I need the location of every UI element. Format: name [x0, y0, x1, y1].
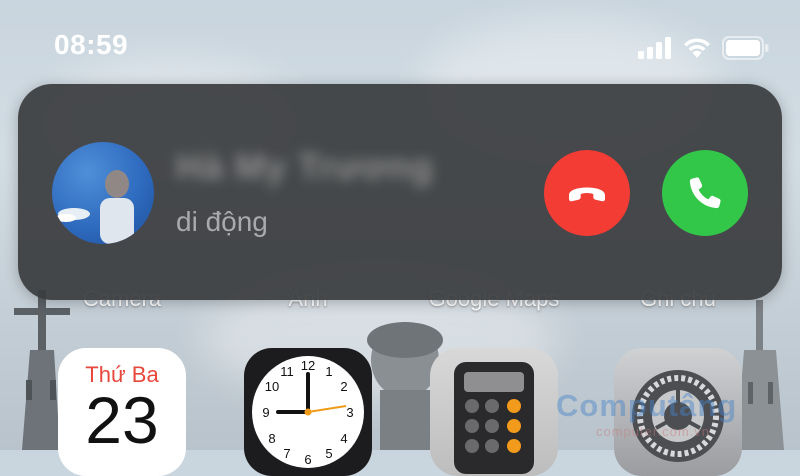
svg-text:3: 3 [346, 405, 353, 420]
status-time: 08:59 [54, 29, 129, 60]
watermark-brand-suffix: tâng [667, 388, 738, 423]
watermark-brand: Computâng [556, 388, 737, 424]
incoming-call-banner[interactable]: Hà My Trương di động [18, 84, 782, 300]
clock-face-icon: 12 12 345 678 91011 [252, 356, 364, 468]
avatar-photo [56, 170, 134, 244]
svg-text:6: 6 [304, 452, 311, 467]
caller-name: Hà My Trương [176, 146, 434, 187]
svg-text:7: 7 [283, 446, 290, 461]
svg-text:1: 1 [325, 364, 332, 379]
calendar-date: 23 [85, 383, 159, 457]
battery-icon [722, 36, 769, 60]
status-icons [638, 36, 770, 60]
svg-text:5: 5 [325, 446, 332, 461]
watermark-brand-main: Compu [556, 388, 668, 423]
phone-hangup-icon [569, 187, 605, 202]
calculator-app-icon[interactable] [430, 348, 558, 476]
svg-text:8: 8 [268, 431, 275, 446]
svg-text:11: 11 [280, 364, 294, 379]
svg-text:9: 9 [262, 405, 269, 420]
cellular-signal-icon [638, 37, 671, 59]
calculator-keypad-icon [454, 362, 534, 474]
svg-text:12: 12 [301, 358, 315, 373]
svg-text:10: 10 [265, 379, 279, 394]
decline-call-button[interactable] [544, 150, 630, 236]
caller-avatar [52, 142, 154, 244]
status-bar: 08:59 [0, 0, 800, 80]
phone-icon [689, 177, 721, 209]
wifi-icon [684, 38, 710, 58]
calendar-app-icon[interactable]: Thứ Ba 23 [58, 348, 186, 476]
svg-text:4: 4 [340, 431, 347, 446]
svg-text:2: 2 [340, 379, 347, 394]
clock-app-icon[interactable]: 12 1 2 345 678 9 10 11 [244, 348, 372, 476]
accept-call-button[interactable] [662, 150, 748, 236]
watermark-domain: computer.com.vn [596, 424, 710, 439]
caller-label: di động [176, 206, 268, 237]
